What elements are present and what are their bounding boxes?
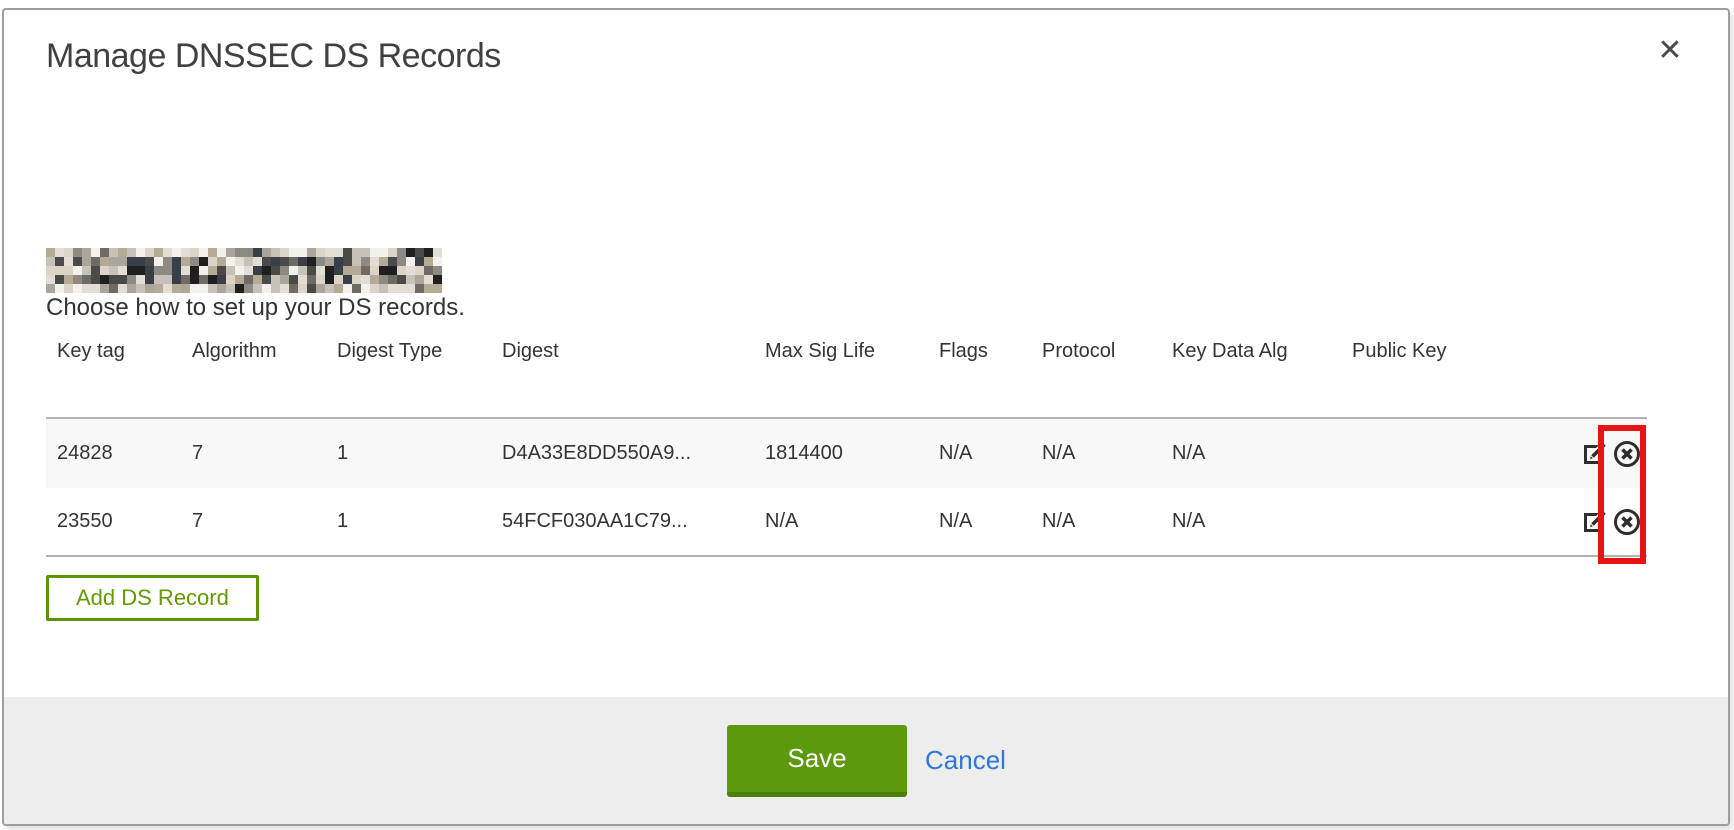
table-header-row: Key tag Algorithm Digest Type Digest Max…: [46, 332, 1647, 419]
cell-actions: [1551, 507, 1647, 537]
cell-protocol: N/A: [1031, 442, 1161, 465]
cell-key-tag: 24828: [46, 442, 181, 465]
redacted-domain: [46, 248, 442, 293]
header-flags: Flags: [928, 340, 1031, 363]
cell-digest-type: 1: [326, 442, 491, 465]
manage-dnssec-dialog: Manage DNSSEC DS Records ✕ Choose how to…: [2, 8, 1730, 826]
cell-algorithm: 7: [181, 510, 326, 533]
ds-records-table: Key tag Algorithm Digest Type Digest Max…: [46, 332, 1647, 557]
cell-flags: N/A: [928, 510, 1031, 533]
cancel-link[interactable]: Cancel: [925, 745, 1006, 776]
add-ds-record-button[interactable]: Add DS Record: [46, 575, 259, 621]
cell-actions: [1551, 439, 1647, 469]
edit-record-icon[interactable]: [1580, 439, 1610, 469]
header-digest: Digest: [491, 340, 754, 363]
cell-max-sig-life: N/A: [754, 510, 928, 533]
cell-protocol: N/A: [1031, 510, 1161, 533]
cell-max-sig-life: 1814400: [754, 442, 928, 465]
pencil-square-icon: [1582, 508, 1609, 535]
table-row: 23550 7 1 54FCF030AA1C79... N/A N/A N/A …: [46, 488, 1647, 557]
cell-digest: D4A33E8DD550A9...: [491, 442, 754, 465]
x-circle-icon: [1612, 507, 1642, 537]
cell-key-tag: 23550: [46, 510, 181, 533]
close-icon[interactable]: ✕: [1644, 24, 1696, 76]
table-row: 24828 7 1 D4A33E8DD550A9... 1814400 N/A …: [46, 419, 1647, 488]
header-key-data-alg: Key Data Alg: [1161, 340, 1341, 363]
dialog-title: Manage DNSSEC DS Records: [46, 37, 501, 76]
cell-flags: N/A: [928, 442, 1031, 465]
cell-key-data-alg: N/A: [1161, 442, 1341, 465]
header-protocol: Protocol: [1031, 340, 1161, 363]
instruction-text: Choose how to set up your DS records.: [46, 294, 465, 322]
header-public-key: Public Key: [1341, 340, 1551, 363]
x-circle-icon: [1612, 439, 1642, 469]
delete-record-icon[interactable]: [1612, 439, 1642, 469]
cell-digest-type: 1: [326, 510, 491, 533]
dialog-footer: Save Cancel: [4, 697, 1728, 824]
edit-record-icon[interactable]: [1580, 507, 1610, 537]
header-max-sig-life: Max Sig Life: [754, 340, 928, 363]
cell-key-data-alg: N/A: [1161, 510, 1341, 533]
header-digest-type: Digest Type: [326, 340, 491, 363]
pencil-square-icon: [1582, 440, 1609, 467]
header-algorithm: Algorithm: [181, 340, 326, 363]
delete-record-icon[interactable]: [1612, 507, 1642, 537]
header-key-tag: Key tag: [46, 340, 181, 363]
cell-digest: 54FCF030AA1C79...: [491, 510, 754, 533]
save-button[interactable]: Save: [727, 725, 907, 797]
cell-algorithm: 7: [181, 442, 326, 465]
